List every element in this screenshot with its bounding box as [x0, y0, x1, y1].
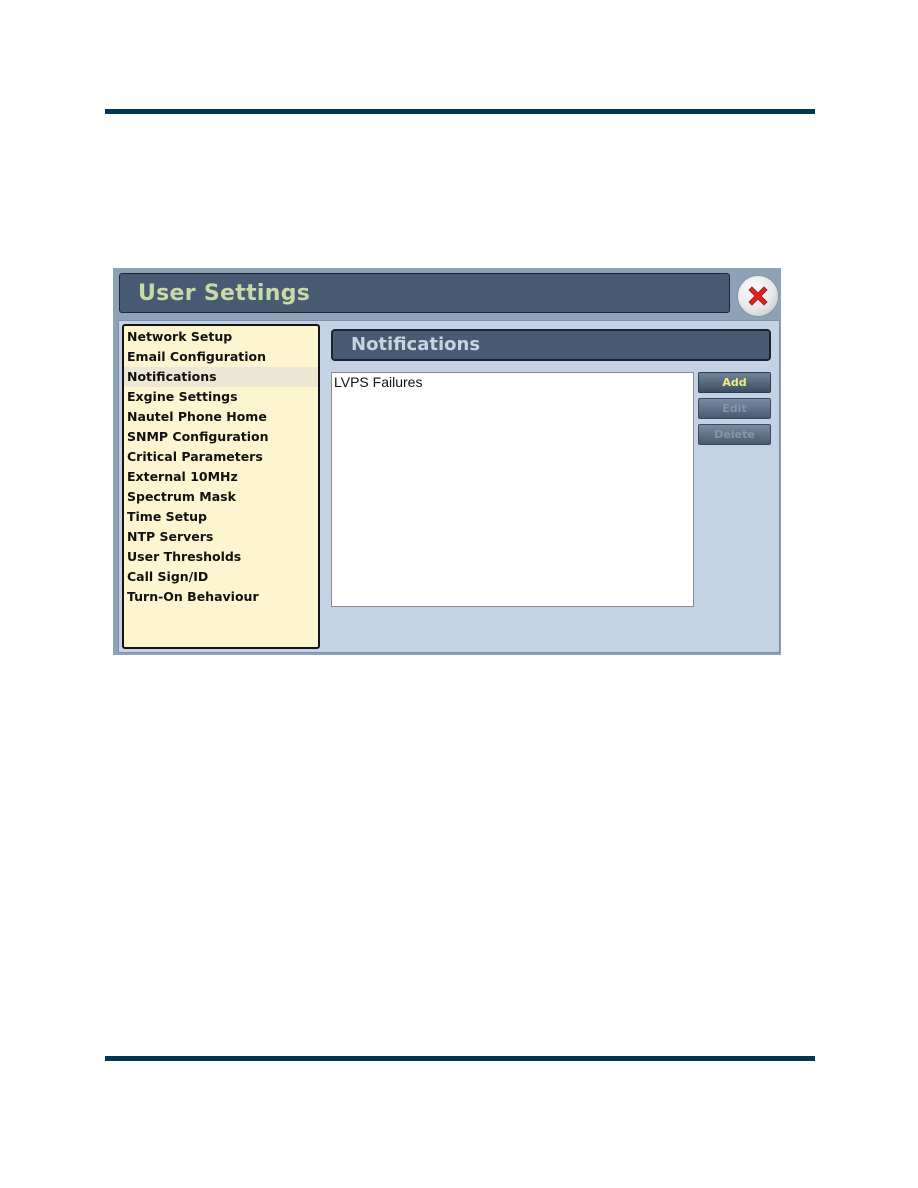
notifications-list[interactable]: LVPS Failures [331, 372, 694, 607]
window-title: User Settings [138, 281, 311, 306]
sidebar-item-external-10mhz[interactable]: External 10MHz [124, 467, 318, 487]
sidebar-item-turn-on-behaviour[interactable]: Turn-On Behaviour [124, 587, 318, 607]
sidebar-item-email-configuration[interactable]: Email Configuration [124, 347, 318, 367]
delete-button[interactable]: Delete [698, 424, 771, 445]
close-button[interactable] [737, 275, 779, 317]
user-settings-window: User Settings Network Setup Email Config… [113, 268, 781, 655]
settings-sidebar: Network Setup Email Configuration Notifi… [122, 324, 320, 649]
sidebar-item-network-setup[interactable]: Network Setup [124, 327, 318, 347]
add-button[interactable]: Add [698, 372, 771, 393]
list-item[interactable]: LVPS Failures [332, 373, 693, 391]
settings-body: Network Setup Email Configuration Notifi… [118, 320, 780, 653]
sidebar-item-critical-parameters[interactable]: Critical Parameters [124, 447, 318, 467]
close-x-icon [748, 286, 768, 306]
sidebar-item-nautel-phone-home[interactable]: Nautel Phone Home [124, 407, 318, 427]
page-header-rule [105, 109, 815, 114]
edit-button[interactable]: Edit [698, 398, 771, 419]
sidebar-item-notifications[interactable]: Notifications [124, 367, 318, 387]
window-titlebar: User Settings [119, 273, 730, 313]
sidebar-item-exgine-settings[interactable]: Exgine Settings [124, 387, 318, 407]
sidebar-item-ntp-servers[interactable]: NTP Servers [124, 527, 318, 547]
sidebar-item-snmp-configuration[interactable]: SNMP Configuration [124, 427, 318, 447]
sidebar-item-user-thresholds[interactable]: User Thresholds [124, 547, 318, 567]
page-footer-rule [105, 1056, 815, 1061]
sidebar-item-call-sign-id[interactable]: Call Sign/ID [124, 567, 318, 587]
sidebar-item-spectrum-mask[interactable]: Spectrum Mask [124, 487, 318, 507]
panel-header: Notifications [331, 329, 771, 361]
panel-title: Notifications [351, 334, 481, 355]
sidebar-item-time-setup[interactable]: Time Setup [124, 507, 318, 527]
